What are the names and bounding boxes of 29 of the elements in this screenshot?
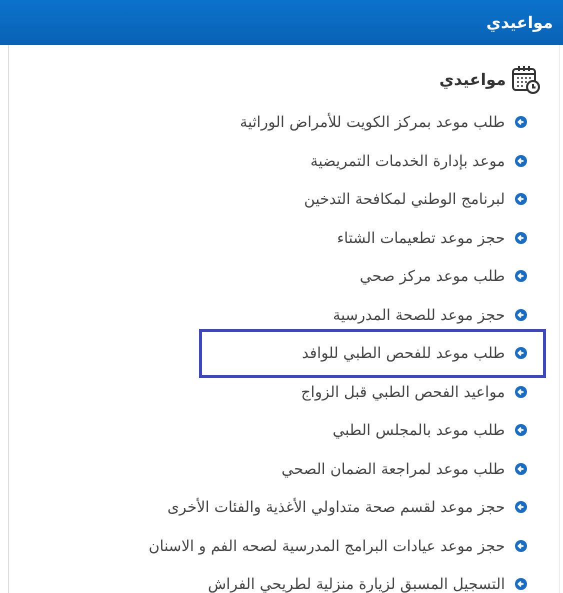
arrow-circle-icon (515, 232, 527, 244)
appointment-link[interactable]: موعد بإدارة الخدمات التمريضية (310, 142, 541, 180)
arrow-circle-icon (515, 270, 527, 282)
arrow-circle-icon (515, 501, 527, 514)
arrow-circle-icon (515, 154, 527, 167)
header-title: مواعيدي (486, 13, 553, 32)
appointment-link[interactable]: طلب موعد للفحص الطبي للوافد (204, 334, 541, 372)
appointment-link[interactable]: طلب موعد مركز صحي (360, 257, 541, 296)
appointment-link[interactable]: طلب موعد بمركز الكويت للأمراض الوراثية (240, 103, 541, 142)
arrow-circle-icon (515, 347, 527, 360)
appointment-link[interactable]: حجز موعد عيادات البرامج المدرسية لصحه الفم و الاسنان (148, 526, 541, 565)
appointment-link[interactable]: طلب موعد بالمجلس الطبي (332, 411, 541, 450)
appointment-link[interactable]: التسجيل المسبق لزيارة منزلية لطريحي الفراش (208, 565, 541, 593)
arrow-circle-icon (515, 308, 527, 321)
appointment-link[interactable]: حجز موعد تطعيمات الشتاء (336, 218, 541, 257)
arrow-circle-icon (515, 386, 527, 398)
appointment-link[interactable]: لبرنامج الوطني لمكافحة التدخين (304, 180, 541, 218)
arrow-circle-icon (515, 462, 527, 475)
appointment-link[interactable]: حجز موعد للصحة المدرسية (332, 296, 541, 334)
arrow-circle-icon (515, 424, 527, 436)
arrow-circle-icon (515, 193, 527, 206)
appointment-link[interactable]: طلب موعد لمراجعة الضمان الصحي (282, 450, 541, 488)
arrow-circle-icon (515, 116, 527, 128)
arrow-circle-icon (515, 578, 527, 590)
appointment-link[interactable]: مواعيد الفحص الطبي قبل الزواج (301, 372, 541, 411)
arrow-circle-icon (515, 540, 527, 552)
appointment-link[interactable]: حجز موعد لقسم صحة متداولي الأغذية والفئات الأخرى (167, 488, 541, 526)
section-title: مواعيدي (439, 70, 506, 88)
calendar-clock-icon (511, 64, 541, 94)
